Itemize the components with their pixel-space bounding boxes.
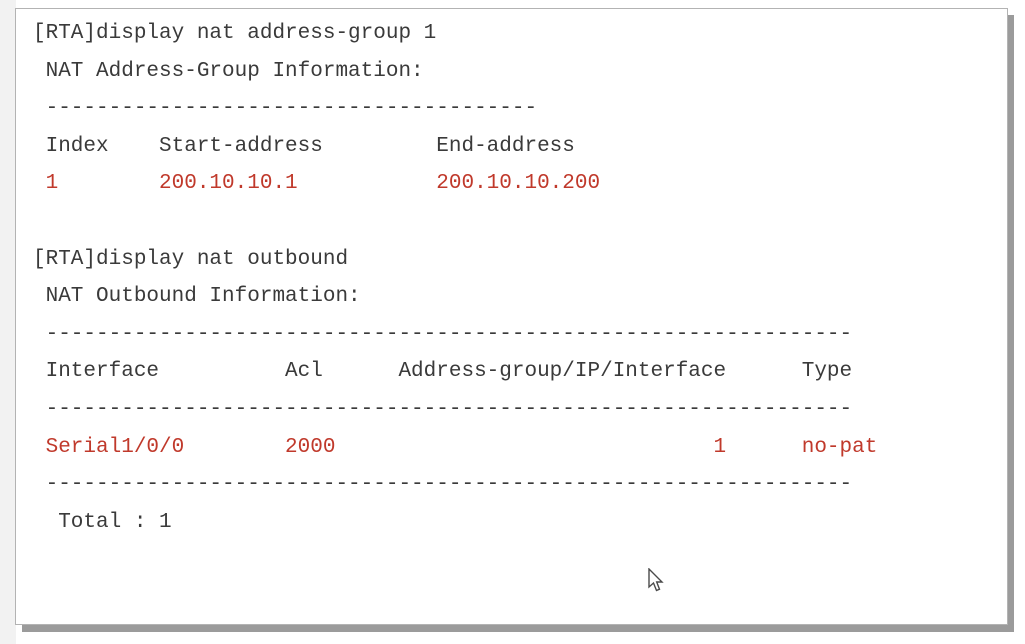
console-line-separator: --------------------------------------- [33,97,538,121]
console-line-separator: ----------------------------------------… [33,397,853,421]
terminal-window[interactable]: [RTA]display nat address-group 1 NAT Add… [15,8,1008,625]
console-line-title: NAT Outbound Information: [33,285,361,309]
console-line-title: NAT Address-Group Information: [33,59,424,83]
console-line-table-header: Index Start-address End-address [33,134,575,158]
console-line-command: [RTA]display nat outbound [33,247,349,271]
console-line-table-row: Serial1/0/0 2000 1 no-pat [33,435,878,459]
console-line-separator: ----------------------------------------… [33,322,853,346]
desktop-left-band [0,0,16,644]
console-line-separator: ----------------------------------------… [33,473,853,497]
console-line-command: [RTA]display nat address-group 1 [33,22,437,45]
console-line-table-row: 1 200.10.10.1 200.10.10.200 [33,172,601,196]
console-line-total: Total : 1 [33,510,172,534]
console-output[interactable]: [RTA]display nat address-group 1 NAT Add… [33,15,1007,624]
screen: [RTA]display nat address-group 1 NAT Add… [0,0,1025,644]
console-line-table-header: Interface Acl Address-group/IP/Interface… [33,360,853,384]
